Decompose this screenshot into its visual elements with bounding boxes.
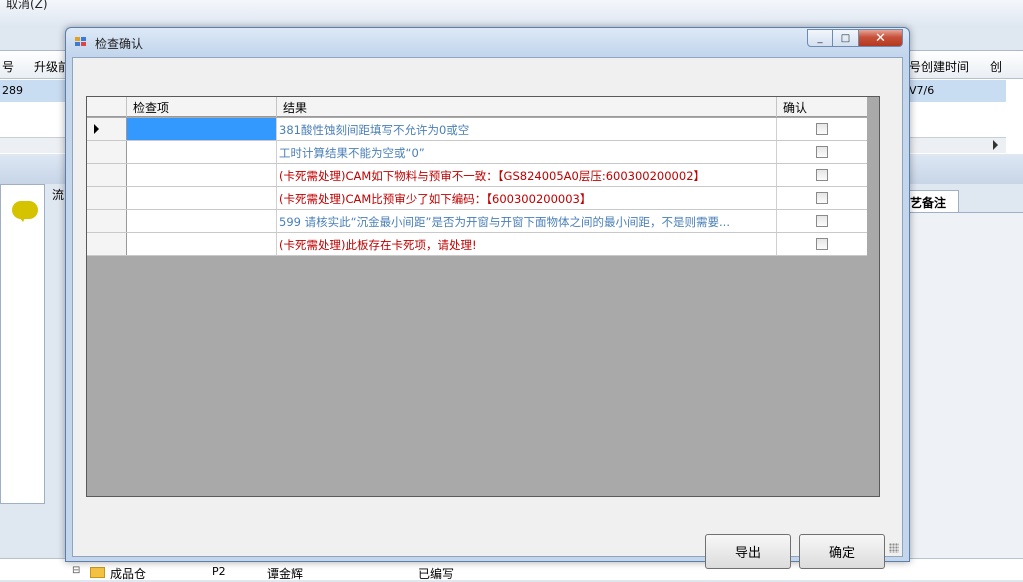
- bg-tree-cell: P2: [212, 565, 226, 578]
- column-header-result[interactable]: 结果: [277, 97, 777, 117]
- table-row[interactable]: (卡死需处理)CAM如下物料与预审不一致：【GS824005A0层压:60030…: [87, 164, 867, 187]
- check-item-cell[interactable]: [127, 118, 277, 140]
- close-icon: ✕: [875, 30, 886, 46]
- column-header-confirm[interactable]: 确认: [777, 97, 867, 117]
- result-cell[interactable]: 381酸性蚀刻间距填写不允许为0或空: [277, 118, 777, 140]
- confirm-checkbox[interactable]: [816, 146, 828, 158]
- check-item-cell[interactable]: [127, 164, 277, 186]
- confirm-cell: [777, 164, 867, 186]
- check-item-cell[interactable]: [127, 141, 277, 163]
- table-row[interactable]: 工时计算结果不能为空或“0”: [87, 141, 867, 164]
- result-cell[interactable]: (卡死需处理)CAM比预审少了如下编码：【600300200003】: [277, 187, 777, 209]
- bg-cell: V7/6: [909, 84, 935, 97]
- chat-bubble-icon[interactable]: [12, 201, 38, 222]
- tab-process-notes[interactable]: 艺备注: [905, 190, 959, 212]
- window-controls: _ □ ✕: [807, 29, 903, 47]
- maximize-icon: □: [840, 32, 851, 44]
- close-button[interactable]: ✕: [859, 29, 903, 47]
- bg-tree-cell: 已编写: [418, 567, 455, 581]
- row-header[interactable]: [87, 118, 127, 140]
- grid-header-row: 检查项 结果 确认: [87, 97, 867, 117]
- result-cell[interactable]: (卡死需处理)CAM如下物料与预审不一致：【GS824005A0层压:60030…: [277, 164, 777, 186]
- dialog-title: 检查确认: [95, 37, 144, 51]
- row-header[interactable]: [87, 141, 127, 163]
- bg-tree-cell: 谭金辉: [267, 567, 304, 581]
- confirm-cell: [777, 118, 867, 140]
- column-header-check-item[interactable]: 检查项: [127, 97, 277, 117]
- minimize-button[interactable]: _: [807, 29, 833, 47]
- check-confirm-dialog: 检查确认 _ □ ✕ 检查项 结果 确认 381酸性蚀刻间距填写不允许为0或空工…: [65, 27, 910, 569]
- bg-tree-label: 成品仓: [110, 567, 147, 581]
- result-cell[interactable]: (卡死需处理)此板存在卡死项，请处理!: [277, 233, 777, 255]
- bg-col-header[interactable]: 号: [2, 58, 14, 75]
- confirm-checkbox[interactable]: [816, 169, 828, 181]
- background-toolbar: 取消(Z): [0, 0, 1023, 28]
- table-row[interactable]: (卡死需处理)此板存在卡死项，请处理!: [87, 233, 867, 256]
- minimize-icon: _: [817, 32, 823, 44]
- dialog-client-area: 检查项 结果 确认 381酸性蚀刻间距填写不允许为0或空 工时计算结果不能为空或“…: [72, 57, 903, 569]
- folder-icon: [90, 567, 105, 578]
- confirm-cell: [777, 141, 867, 163]
- confirm-checkbox[interactable]: [816, 238, 828, 250]
- table-row[interactable]: (卡死需处理)CAM比预审少了如下编码：【600300200003】: [87, 187, 867, 210]
- confirm-cell: [777, 233, 867, 255]
- check-item-cell[interactable]: [127, 187, 277, 209]
- cancel-menu-item[interactable]: 取消(Z): [6, 0, 48, 12]
- export-button[interactable]: 导出: [705, 534, 791, 569]
- check-item-cell[interactable]: [127, 210, 277, 232]
- check-item-cell[interactable]: [127, 233, 277, 255]
- bg-col-header[interactable]: 创: [990, 58, 1002, 75]
- row-header[interactable]: [87, 210, 127, 232]
- background-left-pane: [0, 184, 45, 504]
- check-results-grid: 检查项 结果 确认 381酸性蚀刻间距填写不允许为0或空 工时计算结果不能为空或“…: [86, 96, 880, 497]
- ok-button[interactable]: 确定: [799, 534, 885, 569]
- table-row[interactable]: 599 请核实此“沉金最小间距”是否为开窗与开窗下面物体之间的最小间距，不是则需…: [87, 210, 867, 233]
- bg-cell: 289: [2, 84, 23, 97]
- confirm-checkbox[interactable]: [816, 123, 828, 135]
- app-icon: [75, 37, 87, 47]
- row-header[interactable]: [87, 164, 127, 186]
- confirm-cell: [777, 187, 867, 209]
- background-flow-label: 流: [52, 188, 65, 202]
- dialog-titlebar[interactable]: 检查确认 _ □ ✕: [66, 28, 909, 56]
- confirm-checkbox[interactable]: [816, 192, 828, 204]
- result-cell[interactable]: 工时计算结果不能为空或“0”: [277, 141, 777, 163]
- background-right-pane: [905, 212, 1023, 580]
- current-row-arrow-icon: [94, 124, 99, 134]
- resize-grip-icon[interactable]: [889, 543, 899, 553]
- maximize-button[interactable]: □: [833, 29, 859, 47]
- row-header[interactable]: [87, 233, 127, 255]
- result-cell[interactable]: 599 请核实此“沉金最小间距”是否为开窗与开窗下面物体之间的最小间距，不是则需…: [277, 210, 777, 232]
- table-row[interactable]: 381酸性蚀刻间距填写不允许为0或空: [87, 118, 867, 141]
- row-header[interactable]: [87, 187, 127, 209]
- row-header-corner: [87, 97, 127, 117]
- confirm-cell: [777, 210, 867, 232]
- bg-col-header[interactable]: 号创建时间: [909, 58, 969, 75]
- scroll-right-icon[interactable]: [993, 140, 998, 150]
- tree-expander-icon[interactable]: ⊟: [72, 565, 80, 576]
- confirm-checkbox[interactable]: [816, 215, 828, 227]
